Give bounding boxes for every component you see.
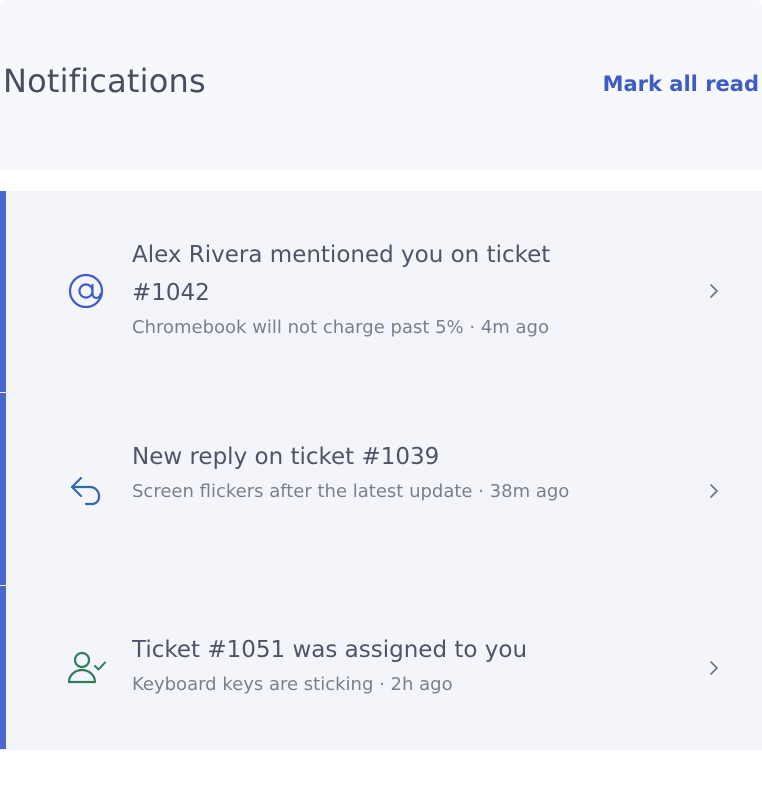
notification-headline: New reply on ticket #1039 <box>132 444 440 470</box>
page-title: Notifications <box>3 62 206 100</box>
notification-list: Alex Rivera mentioned you on ticket #104… <box>0 191 762 749</box>
notification-headline: Ticket #1051 was assigned to you <box>132 637 528 663</box>
mark-all-read-button[interactable]: Mark all read <box>603 72 759 96</box>
notification-meta: Keyboard keys are sticking · 2h ago <box>132 674 453 695</box>
notifications-header: Notifications Mark all read <box>0 0 762 171</box>
notification-meta: Screen flickers after the latest update … <box>132 481 570 502</box>
user-assigned-icon <box>67 651 106 684</box>
chevron-right-icon <box>710 661 718 675</box>
notification-headline: Alex Rivera mentioned you on ticket #104… <box>132 242 551 306</box>
chevron-right-icon <box>710 284 718 298</box>
notification-meta: Chromebook will not charge past 5% · 4m … <box>132 317 549 338</box>
notification-item-mention[interactable]: Alex Rivera mentioned you on ticket #104… <box>0 191 762 392</box>
reply-icon <box>70 476 101 506</box>
notifications-panel: Notifications Mark all read Alex Rivera … <box>0 0 762 812</box>
notification-item-assigned[interactable]: Ticket #1051 was assigned to you Keyboar… <box>0 586 762 749</box>
list-divider <box>0 749 762 750</box>
at-mention-icon <box>68 273 104 309</box>
notification-item-reply[interactable]: New reply on ticket #1039 Screen flicker… <box>0 393 762 585</box>
chevron-right-icon <box>710 484 718 498</box>
